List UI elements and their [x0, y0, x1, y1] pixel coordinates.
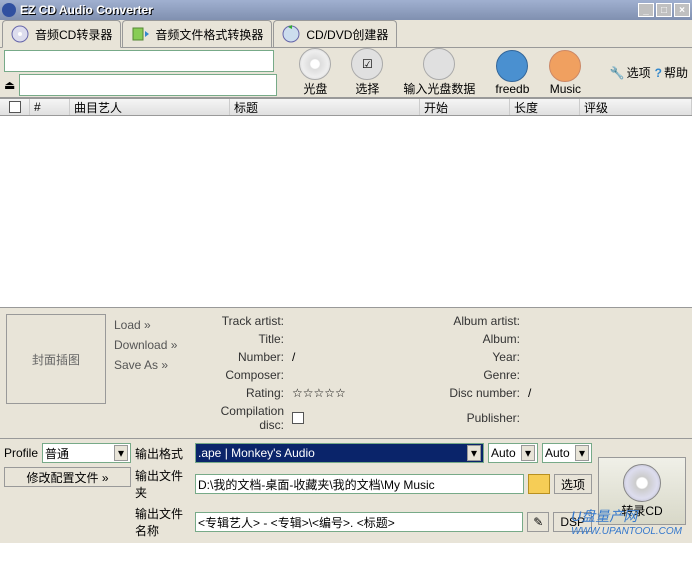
music-icon — [549, 50, 581, 82]
freedb-button[interactable]: freedb — [495, 50, 529, 96]
outfilename-input[interactable]: <专辑艺人> - <专辑>\<编号>. <标题> — [195, 512, 523, 532]
profile-select[interactable]: 普通▾ — [42, 443, 131, 463]
drive-select-2[interactable] — [19, 74, 277, 96]
outfolder-label: 输出文件夹 — [135, 467, 191, 501]
cover-placeholder: 封面插图 — [32, 351, 80, 368]
dsp-button[interactable]: DSP — [553, 512, 592, 532]
output-panel: Profile 普通▾ 修改配置文件 » 输出格式 .ape | Monkey'… — [0, 439, 692, 543]
app-icon — [2, 3, 16, 17]
track-grid[interactable] — [0, 116, 692, 308]
col-artist[interactable]: 曲目艺人 — [70, 99, 230, 115]
outformat-label: 输出格式 — [135, 445, 191, 462]
music-button[interactable]: Music — [549, 50, 581, 96]
select-icon: ☑ — [351, 48, 383, 80]
cd-icon — [11, 25, 31, 43]
rating-stars[interactable]: ☆☆☆☆☆ — [292, 386, 412, 400]
title-label: Title: — [194, 332, 284, 346]
trackartist-label: Track artist: — [194, 314, 284, 328]
discnum-label: Disc number: — [420, 386, 520, 400]
col-check[interactable] — [0, 99, 30, 115]
format-select[interactable]: .ape | Monkey's Audio▾ — [195, 443, 484, 463]
albumartist-label: Album artist: — [420, 314, 520, 328]
chevron-down-icon: ▾ — [575, 445, 589, 461]
profile-label: Profile — [4, 446, 38, 460]
disc-icon — [623, 464, 661, 502]
chevron-down-icon: ▾ — [521, 445, 535, 461]
convert-icon — [131, 25, 151, 43]
quality-select-2[interactable]: Auto▾ — [542, 443, 592, 463]
browse-folder-button[interactable] — [528, 474, 550, 494]
tab-cd-ripper[interactable]: 音频CD转录器 — [2, 20, 121, 48]
publisher-label: Publisher: — [420, 411, 520, 425]
number-label: Number: — [194, 350, 284, 364]
label: 光盘 — [303, 80, 327, 97]
metadata-panel: 封面插图 Load » Download » Save As » Track a… — [0, 308, 692, 439]
year-label: Year: — [420, 350, 520, 364]
options-link[interactable]: 🔧 选项 — [610, 64, 651, 81]
tab-bar: 音频CD转录器 音频文件格式转换器 CD/DVD创建器 — [0, 20, 692, 48]
composer-label: Composer: — [194, 368, 284, 382]
label: Music — [550, 82, 581, 96]
load-cover-link[interactable]: Load » — [114, 318, 194, 332]
col-title[interactable]: 标题 — [230, 99, 420, 115]
checkbox[interactable] — [9, 101, 21, 113]
toolbar: ⏏ 光盘 ☑ 选择 输入光盘数据 freedb Music 🔧 选项 ? 帮助 — [0, 48, 692, 98]
close-button[interactable]: × — [674, 3, 690, 17]
tab-disc-burner[interactable]: CD/DVD创建器 — [273, 20, 397, 47]
quality-select-1[interactable]: Auto▾ — [488, 443, 538, 463]
number-value: / — [292, 350, 412, 364]
genre-label: Genre: — [420, 368, 520, 382]
download-cover-link[interactable]: Download » — [114, 338, 194, 352]
col-start[interactable]: 开始 — [420, 99, 510, 115]
cover-art[interactable]: 封面插图 — [6, 314, 106, 404]
freedb-icon — [496, 50, 528, 82]
disc-button[interactable]: 光盘 — [299, 48, 331, 97]
burn-icon — [282, 25, 302, 43]
label: 帮助 — [664, 64, 688, 81]
folder-options-button[interactable]: 选项 — [554, 474, 592, 494]
rating-label: Rating: — [194, 386, 284, 400]
disc-icon — [299, 48, 331, 80]
label: 输入光盘数据 — [403, 80, 475, 97]
rip-label: 转录CD — [621, 502, 662, 519]
wrench-icon: 🔧 — [610, 66, 625, 80]
minimize-button[interactable]: _ — [638, 3, 654, 17]
window-title: EZ CD Audio Converter — [20, 3, 636, 17]
tab-label: 音频文件格式转换器 — [155, 26, 263, 43]
help-icon: ? — [655, 66, 662, 80]
drive-select[interactable] — [4, 50, 274, 72]
col-rating[interactable]: 评级 — [580, 99, 692, 115]
discnum-value: / — [528, 386, 648, 400]
maximize-button[interactable]: □ — [656, 3, 672, 17]
edit-profile-button[interactable]: 修改配置文件 » — [4, 467, 131, 487]
tab-label: 音频CD转录器 — [35, 26, 112, 43]
album-label: Album: — [420, 332, 520, 346]
outfilename-label: 输出文件名称 — [135, 505, 191, 539]
select-button[interactable]: ☑ 选择 — [351, 48, 383, 97]
help-link[interactable]: ? 帮助 — [655, 64, 688, 81]
compilation-label: Compilation disc: — [194, 404, 284, 432]
col-length[interactable]: 长度 — [510, 99, 580, 115]
input-disc-data-button[interactable]: 输入光盘数据 — [403, 48, 475, 97]
chevron-down-icon: ▾ — [467, 445, 481, 461]
outfolder-input[interactable]: D:\我的文档-桌面-收藏夹\我的文档\My Music — [195, 474, 524, 494]
label: 选项 — [627, 64, 651, 81]
label: 选择 — [355, 80, 379, 97]
rip-cd-button[interactable]: 转录CD — [598, 457, 686, 525]
saveas-cover-link[interactable]: Save As » — [114, 358, 194, 372]
tab-label: CD/DVD创建器 — [306, 26, 388, 43]
label: freedb — [495, 82, 529, 96]
tab-audio-converter[interactable]: 音频文件格式转换器 — [122, 20, 272, 47]
compilation-check[interactable] — [292, 412, 412, 424]
filename-edit-button[interactable]: ✎ — [527, 512, 549, 532]
eject-icon[interactable]: ⏏ — [4, 78, 15, 92]
col-number[interactable]: # — [30, 99, 70, 115]
chevron-down-icon: ▾ — [114, 445, 128, 461]
disc-data-icon — [423, 48, 455, 80]
track-grid-header: # 曲目艺人 标题 开始 长度 评级 — [0, 98, 692, 116]
